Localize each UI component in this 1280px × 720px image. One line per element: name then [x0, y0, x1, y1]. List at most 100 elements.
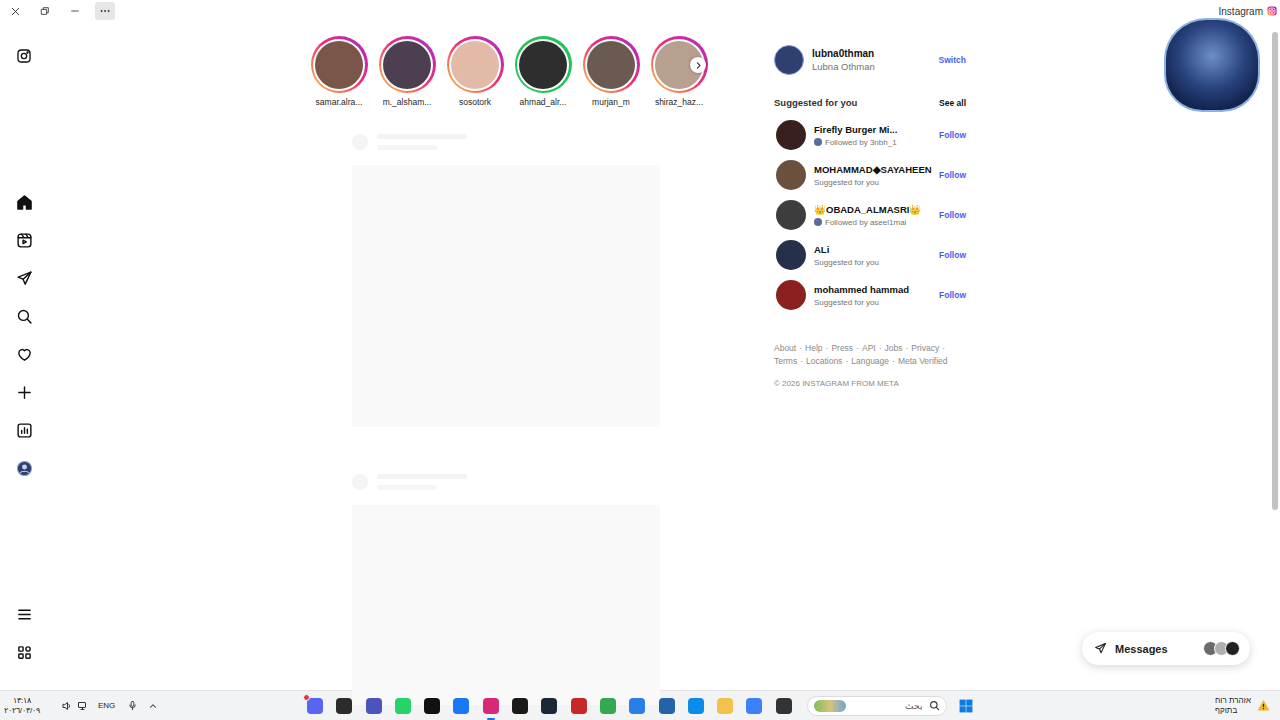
- story[interactable]: murjan_m: [577, 36, 645, 108]
- follow-button[interactable]: Follow: [935, 210, 966, 220]
- insights-icon[interactable]: [16, 422, 33, 439]
- taskbar-app[interactable]: [599, 697, 617, 715]
- taskbar-app[interactable]: [423, 697, 441, 715]
- account-avatar[interactable]: [774, 45, 804, 75]
- story-ring[interactable]: [515, 36, 572, 93]
- suggestion-avatar[interactable]: [776, 200, 806, 230]
- volume-icon[interactable]: [61, 700, 73, 712]
- more-icon[interactable]: [95, 2, 115, 20]
- taskbar-app[interactable]: [658, 697, 676, 715]
- story[interactable]: m._alsham...: [373, 36, 441, 108]
- account-username[interactable]: lubna0thman: [812, 48, 875, 59]
- story[interactable]: ahmad_alr...: [509, 36, 577, 108]
- restore-icon[interactable]: [35, 2, 55, 20]
- taskbar-app[interactable]: [628, 697, 646, 715]
- footer-link[interactable]: API: [862, 343, 876, 353]
- story-username[interactable]: samar.alra...: [316, 97, 363, 108]
- suggestion-avatar[interactable]: [776, 240, 806, 270]
- taskbar-app[interactable]: [335, 697, 353, 715]
- follow-button[interactable]: Follow: [935, 290, 966, 300]
- story-username[interactable]: ahmad_alr...: [520, 97, 567, 108]
- taskbar-app[interactable]: [745, 697, 763, 715]
- switch-button[interactable]: Switch: [935, 55, 966, 65]
- messages-label[interactable]: Messages: [1115, 643, 1168, 655]
- network-icon[interactable]: [77, 700, 89, 712]
- app-icon: [571, 698, 587, 714]
- story[interactable]: samar.alra...: [305, 36, 373, 108]
- instagram-logo-icon[interactable]: [16, 48, 32, 64]
- suggestion-name[interactable]: ALi: [814, 244, 879, 255]
- mutual-avatar-icon: [814, 138, 822, 146]
- reels-icon[interactable]: [16, 232, 33, 249]
- footer-link[interactable]: Help: [805, 343, 822, 353]
- profile-icon[interactable]: [16, 460, 33, 477]
- chevron-up-icon[interactable]: [148, 701, 158, 711]
- footer-link[interactable]: Jobs: [885, 343, 903, 353]
- see-all-link[interactable]: See all: [939, 98, 966, 108]
- footer-link[interactable]: Privacy: [911, 343, 939, 353]
- next-arrow-icon[interactable]: [690, 57, 706, 73]
- messages-button[interactable]: Messages: [1082, 632, 1250, 665]
- feed: samar.alra... m._alsham... sosotork ahmad_a…: [305, 22, 713, 690]
- app-icon: [366, 698, 382, 714]
- taskbar-app[interactable]: [775, 697, 793, 715]
- taskbar-app[interactable]: [511, 697, 529, 715]
- follow-button[interactable]: Follow: [935, 170, 966, 180]
- start-button[interactable]: [959, 699, 973, 713]
- footer-link[interactable]: Language: [851, 356, 889, 366]
- search-icon[interactable]: [16, 308, 33, 325]
- taskbar-app[interactable]: [482, 697, 500, 715]
- story-username[interactable]: sosotork: [459, 97, 491, 108]
- minimize-icon[interactable]: [65, 2, 85, 20]
- main: samar.alra... m._alsham... sosotork ahmad_a…: [48, 22, 966, 690]
- footer-link[interactable]: Locations: [806, 356, 842, 366]
- taskbar-app[interactable]: [306, 697, 324, 715]
- footer-link[interactable]: Meta Verified: [898, 356, 948, 366]
- suggestion-avatar[interactable]: [776, 160, 806, 190]
- suggestion-avatar[interactable]: [776, 280, 806, 310]
- suggestion-name[interactable]: mohammed hammad: [814, 284, 909, 295]
- scrollbar-thumb[interactable]: [1272, 32, 1278, 510]
- language-indicator[interactable]: ENG: [98, 701, 115, 710]
- home-icon[interactable]: [16, 194, 33, 211]
- messages-icon[interactable]: [16, 270, 33, 287]
- suggestion-row: MOHAMMAD◆SAYAHEENSuggested for youFollow: [774, 155, 966, 195]
- follow-button[interactable]: Follow: [935, 250, 966, 260]
- suggestion-avatar[interactable]: [776, 120, 806, 150]
- story-ring[interactable]: [311, 36, 368, 93]
- story-username[interactable]: shiraz_haz...: [655, 97, 703, 108]
- story[interactable]: sosotork: [441, 36, 509, 108]
- create-icon[interactable]: [16, 384, 33, 401]
- story-username[interactable]: m._alsham...: [383, 97, 432, 108]
- story-ring[interactable]: [447, 36, 504, 93]
- suggestion-name[interactable]: Firefly Burger Mi...: [814, 124, 897, 135]
- follow-button[interactable]: Follow: [935, 130, 966, 140]
- apps-icon[interactable]: [16, 644, 33, 661]
- weather-widget[interactable]: אזהרת רוחבתוקף: [1215, 696, 1280, 716]
- close-icon[interactable]: [5, 2, 25, 20]
- suggestion-name[interactable]: 👑OBADA_ALMASRI👑: [814, 204, 921, 215]
- story[interactable]: shiraz_haz...: [645, 36, 713, 108]
- clock[interactable]: ١٣:١٨٢٠٢٦/٠٣/٠٩: [9, 696, 35, 716]
- story-username[interactable]: murjan_m: [592, 97, 630, 108]
- taskbar-app[interactable]: [365, 697, 383, 715]
- suggestion-name[interactable]: MOHAMMAD◆SAYAHEEN: [814, 164, 932, 175]
- microphone-icon[interactable]: [127, 700, 138, 711]
- taskbar-app[interactable]: [540, 697, 558, 715]
- taskbar-app[interactable]: [452, 697, 470, 715]
- taskbar-search[interactable]: بحث: [807, 696, 947, 716]
- menu-icon[interactable]: [16, 606, 33, 623]
- footer-separator: ·: [905, 343, 908, 353]
- story-ring[interactable]: [379, 36, 436, 93]
- taskbar-app[interactable]: [687, 697, 705, 715]
- search-placeholder[interactable]: بحث: [905, 701, 923, 711]
- account-row: lubna0thmanLubna OthmanSwitch: [774, 45, 966, 75]
- heart-icon[interactable]: [16, 346, 33, 363]
- taskbar-app[interactable]: [394, 697, 412, 715]
- story-ring[interactable]: [583, 36, 640, 93]
- taskbar-app[interactable]: [716, 697, 734, 715]
- taskbar-app[interactable]: [570, 697, 588, 715]
- footer-link[interactable]: Press: [831, 343, 853, 353]
- footer-link[interactable]: Terms: [774, 356, 797, 366]
- footer-link[interactable]: About: [774, 343, 796, 353]
